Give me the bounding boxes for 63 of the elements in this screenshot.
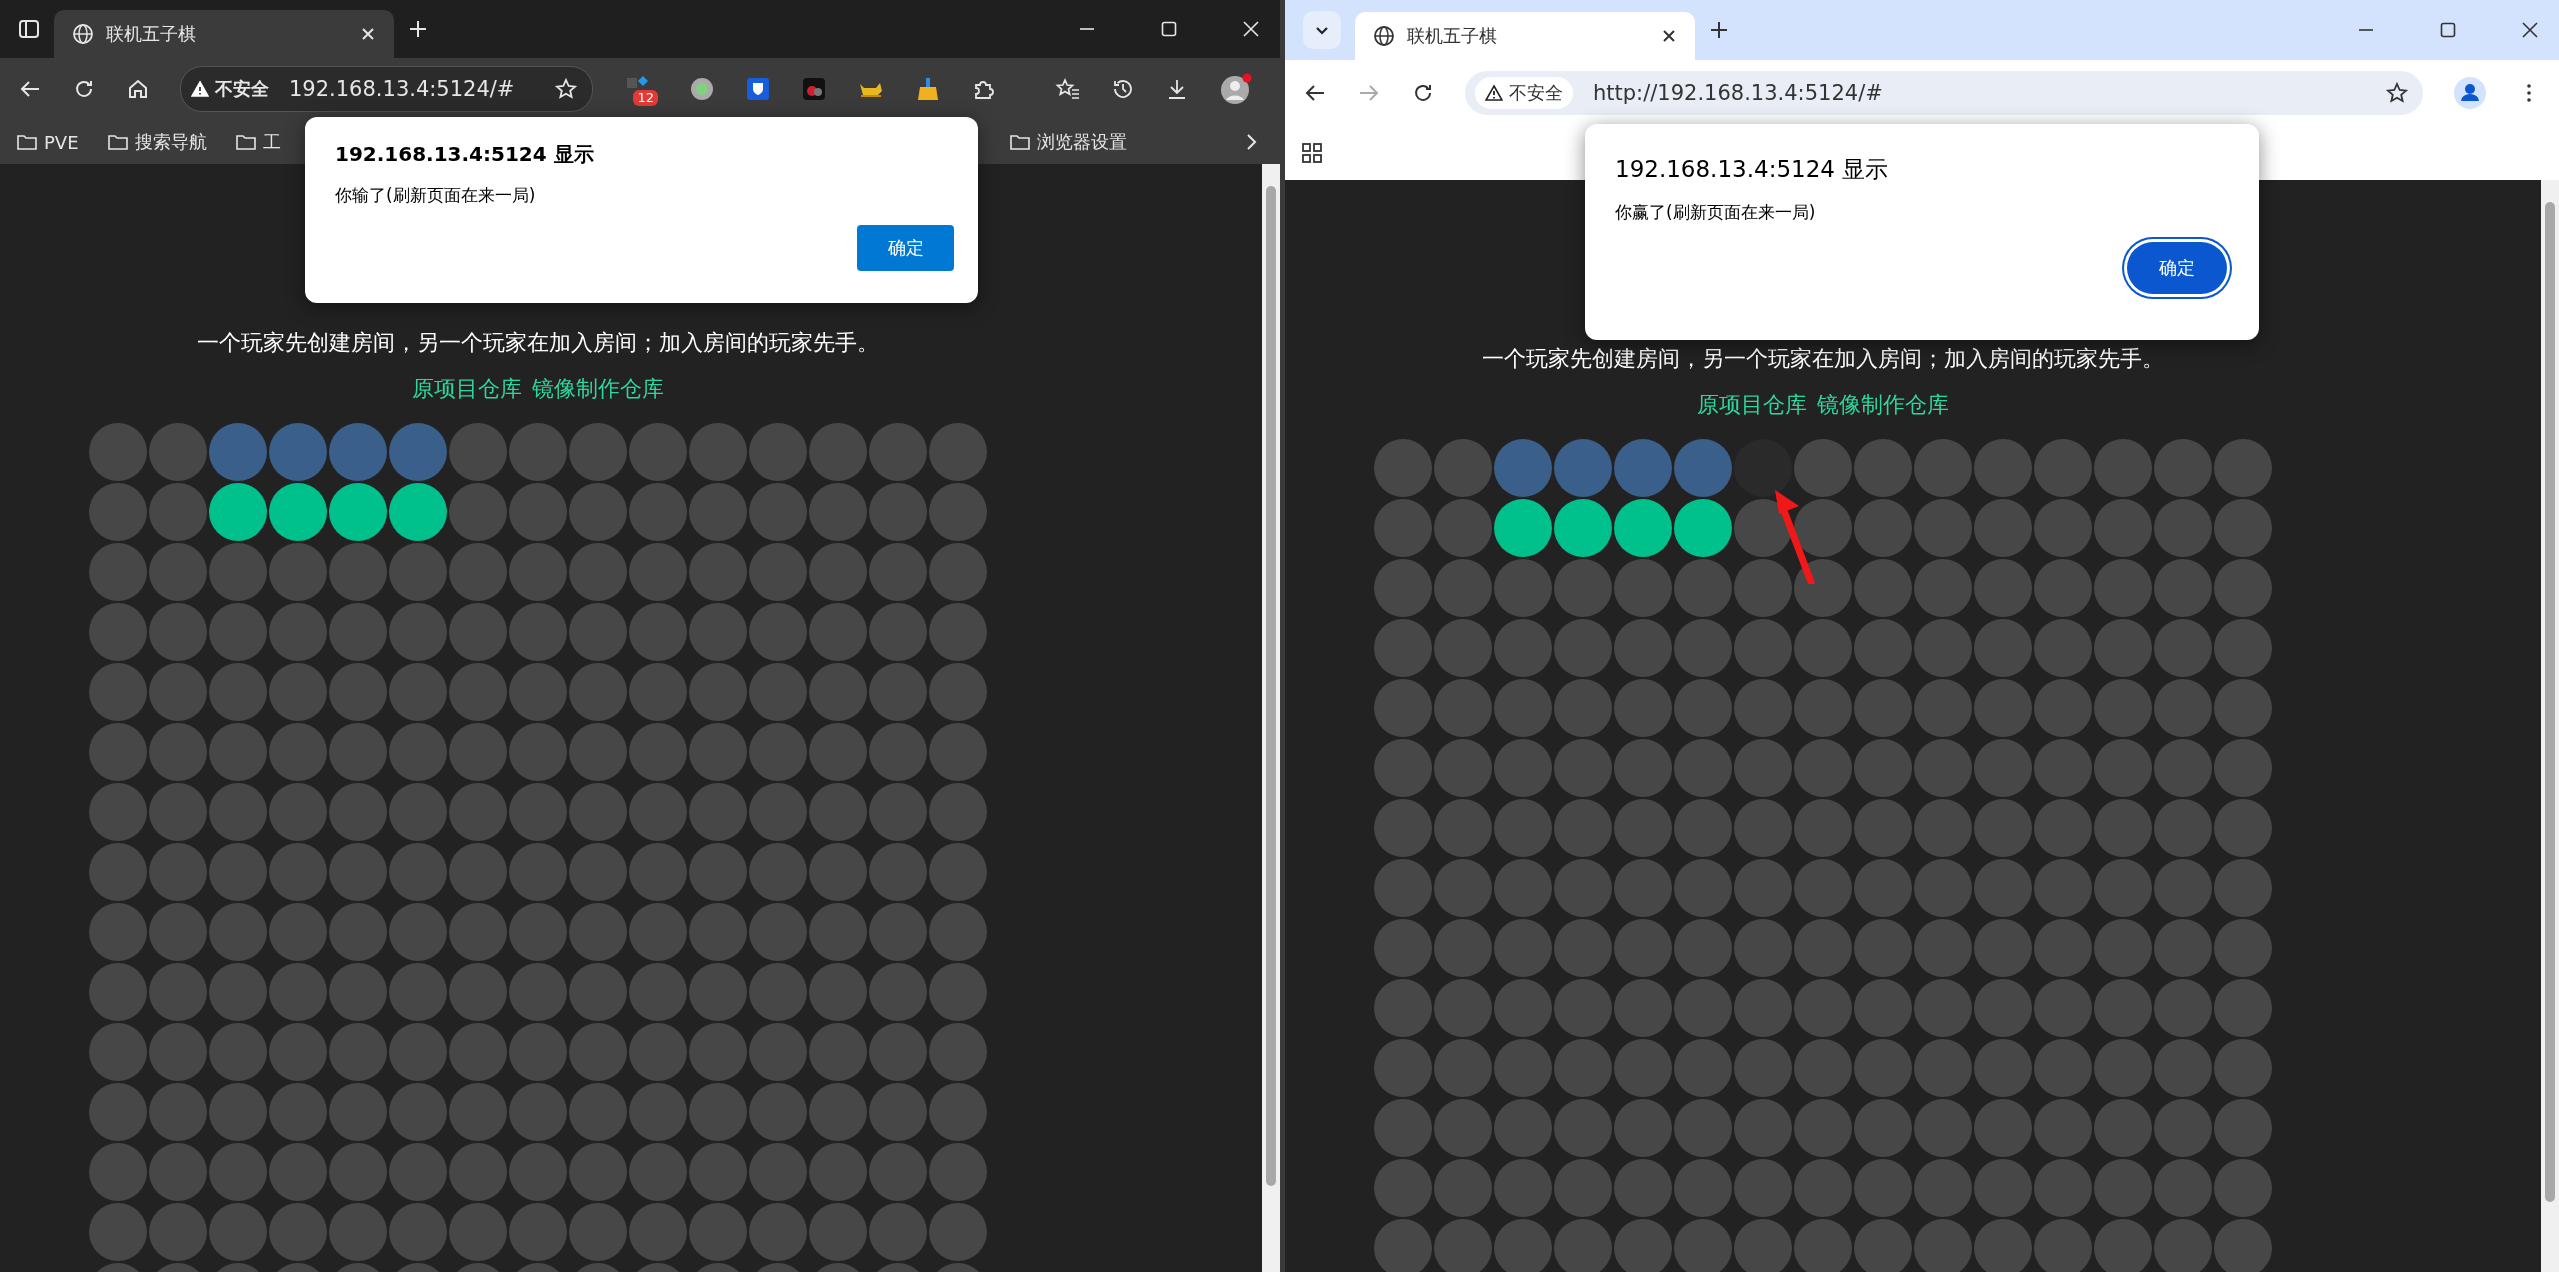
- game-stone[interactable]: [1554, 499, 1612, 557]
- close-tab-icon[interactable]: [1661, 28, 1677, 44]
- browser-tab[interactable]: 联机五子棋: [54, 10, 394, 58]
- new-tab-icon[interactable]: [1709, 20, 1729, 40]
- game-stone[interactable]: [1674, 499, 1732, 557]
- extension-button[interactable]: 12: [623, 68, 660, 110]
- game-stone[interactable]: [1614, 499, 1672, 557]
- security-chip[interactable]: 不安全: [191, 77, 269, 101]
- close-tab-icon[interactable]: [360, 26, 376, 42]
- tab-title: 联机五子棋: [1407, 24, 1498, 48]
- game-stone[interactable]: [209, 483, 267, 541]
- maximize-icon[interactable]: [2439, 21, 2457, 39]
- avatar-icon[interactable]: [2453, 76, 2487, 110]
- repository-link[interactable]: 镜像制作仓库: [1817, 392, 1949, 418]
- folder-icon: [106, 132, 129, 152]
- repository-link[interactable]: 原项目仓库: [1697, 392, 1807, 418]
- star-icon[interactable]: [2385, 81, 2409, 105]
- globe-icon: [72, 23, 94, 45]
- home-icon[interactable]: [126, 77, 150, 101]
- avatar-icon[interactable]: [1219, 72, 1254, 106]
- scrollbar[interactable]: [2541, 180, 2559, 1272]
- game-stone[interactable]: [389, 483, 447, 541]
- game-stone[interactable]: [1494, 499, 1552, 557]
- dialog-title: 192.168.13.4:5124 显示: [1615, 155, 1890, 184]
- address-bar[interactable]: 不安全 192.168.13.4:5124/#: [180, 66, 594, 112]
- dialog-message: 你输了(刷新页面在来一局): [335, 184, 537, 207]
- bookmark-folder[interactable]: 浏览器设置: [1008, 130, 1127, 154]
- browser-tab[interactable]: 联机五子棋: [1355, 12, 1695, 60]
- bookmark-folder[interactable]: 搜索导航: [106, 130, 207, 154]
- game-stone[interactable]: [329, 483, 387, 541]
- folder-icon: [1008, 132, 1031, 152]
- close-window-icon[interactable]: [2521, 21, 2539, 39]
- notification-badge: 12: [633, 90, 658, 106]
- globe-icon: [1373, 25, 1395, 47]
- repository-link[interactable]: 原项目仓库: [412, 376, 522, 402]
- warning-icon: [1485, 84, 1503, 102]
- tab-search-button[interactable]: [1303, 11, 1341, 49]
- confirm-button[interactable]: 确定: [857, 225, 954, 271]
- dialog-title: 192.168.13.4:5124 显示: [335, 141, 595, 168]
- star-icon[interactable]: [554, 77, 579, 101]
- dialog-message: 你赢了(刷新页面在来一局): [1615, 201, 1817, 224]
- extension-icon: [627, 76, 650, 89]
- warning-icon: [191, 80, 209, 98]
- extension-icon[interactable]: [801, 76, 828, 102]
- tab-actions-icon[interactable]: [18, 18, 40, 40]
- extension-icon[interactable]: [689, 76, 716, 102]
- folder-icon: [234, 132, 257, 152]
- bookmark-folder[interactable]: 工: [234, 130, 281, 154]
- security-chip[interactable]: 不安全: [1475, 77, 1573, 109]
- shield-icon[interactable]: [745, 76, 772, 102]
- apps-grid-icon[interactable]: [1301, 142, 1323, 164]
- tab-title: 联机五子棋: [106, 22, 197, 46]
- instructions-text: 一个玩家先创建房间，另一个玩家在加入房间；加入房间的玩家先手。: [1481, 346, 2165, 372]
- repository-link[interactable]: 镜像制作仓库: [532, 376, 664, 402]
- bookmark-folder[interactable]: PVE: [16, 131, 79, 153]
- url-text: 192.168.13.4:5124/#: [289, 77, 515, 101]
- game-stone[interactable]: [269, 483, 327, 541]
- scrollbar[interactable]: [1262, 164, 1280, 1272]
- address-bar[interactable]: 不安全 http://192.168.13.4:5124/#: [1465, 71, 2423, 115]
- folder-icon: [16, 132, 38, 152]
- favorites-icon[interactable]: [1055, 77, 1082, 101]
- url-text: http://192.168.13.4:5124/#: [1593, 81, 1883, 105]
- instructions-text: 一个玩家先创建房间，另一个玩家在加入房间；加入房间的玩家先手。: [196, 330, 880, 356]
